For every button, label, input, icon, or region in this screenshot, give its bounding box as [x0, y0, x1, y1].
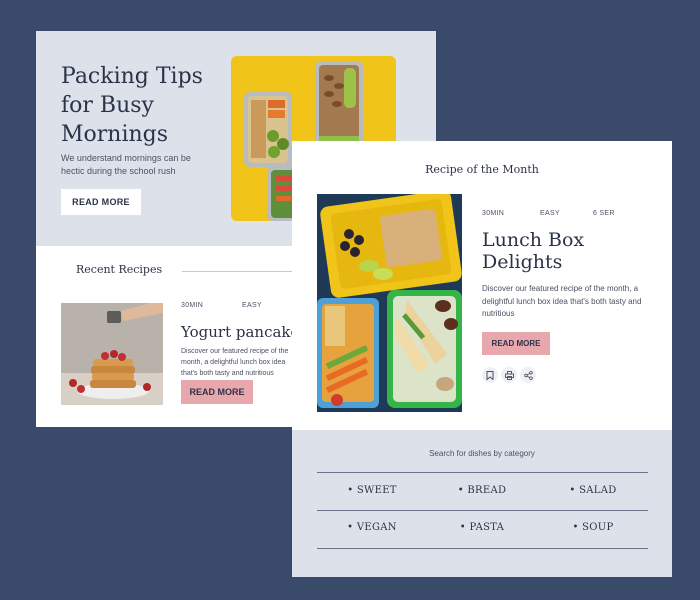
category-soup[interactable]: • SOUP — [538, 522, 648, 533]
category-bread[interactable]: • BREAD — [427, 485, 537, 496]
recipe-description: Discover our featured recipe of the mont… — [181, 348, 289, 377]
hero-title: Packing Tips for Busy Mornings — [61, 64, 203, 147]
pancake-photo — [61, 303, 163, 405]
lunchbox-delights-photo — [317, 194, 462, 412]
share-icon[interactable] — [520, 367, 536, 383]
recipe-read-more-button[interactable]: READ MORE — [181, 380, 253, 404]
category-divider — [317, 548, 648, 549]
featured-title[interactable]: Lunch Box Delights — [482, 229, 642, 273]
category-sweet[interactable]: • SWEET — [317, 485, 427, 496]
hero-description: We understand mornings can be hectic dur… — [61, 153, 191, 176]
recipe-time: 30MIN — [181, 302, 204, 309]
category-pasta[interactable]: • PASTA — [427, 522, 537, 533]
category-search-section: Search for dishes by category • SWEET • … — [292, 430, 672, 577]
category-search-label: Search for dishes by category — [429, 449, 535, 458]
recipe-of-month-heading: Recipe of the Month — [425, 163, 539, 176]
category-salad[interactable]: • SALAD — [538, 485, 648, 496]
hero-read-more-button[interactable]: READ MORE — [61, 189, 141, 215]
category-vegan[interactable]: • VEGAN — [317, 522, 427, 533]
featured-read-more-button[interactable]: READ MORE — [482, 332, 550, 355]
recent-recipes-heading: Recent Recipes — [76, 263, 163, 276]
featured-description: Discover our featured recipe of the mont… — [482, 284, 642, 318]
featured-difficulty: EASY — [540, 210, 560, 217]
recipe-difficulty: EASY — [242, 302, 262, 309]
print-icon[interactable] — [501, 367, 517, 383]
recipe-of-month-card: Recipe of the Month 30MIN EASY 6 SER Lun… — [292, 141, 672, 577]
featured-time: 30MIN — [482, 210, 505, 217]
bookmark-icon[interactable] — [482, 367, 498, 383]
featured-servings: 6 SER — [593, 210, 615, 217]
category-divider — [317, 510, 648, 511]
heading-divider — [182, 271, 292, 272]
recipe-title[interactable]: Yogurt pancakes — [181, 323, 307, 341]
category-divider — [317, 472, 648, 473]
